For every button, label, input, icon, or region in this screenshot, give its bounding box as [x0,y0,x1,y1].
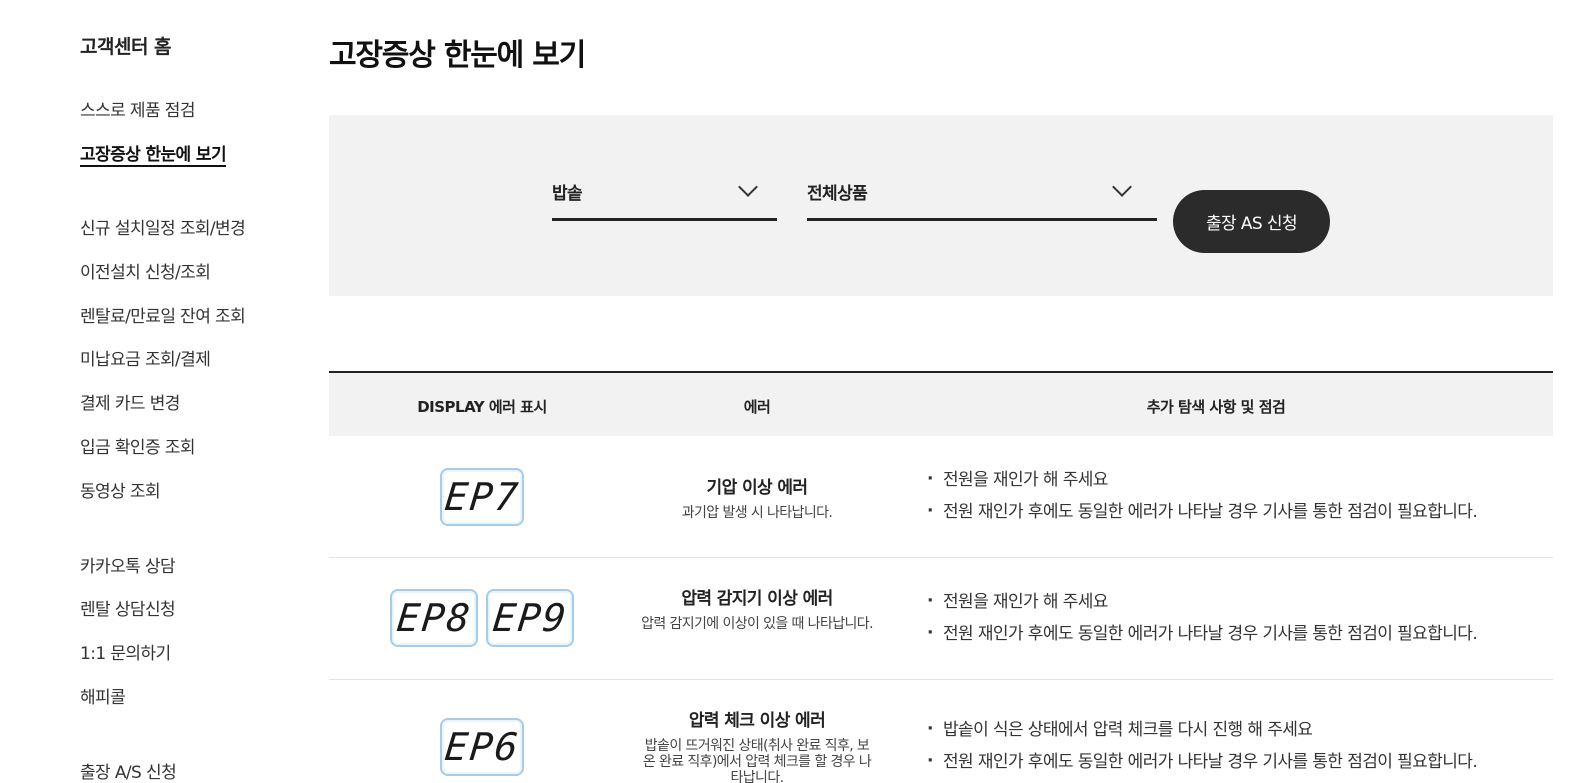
error-cell: 압력 감지기 이상 에러 압력 감지기에 이상이 있을 때 나타납니다. [635,584,879,632]
chevron-down-icon [738,177,758,197]
table-header: DISPLAY 에러 표시 에러 추가 탐색 사항 및 점검 [329,373,1553,436]
check-item: 밥솥이 식은 상태에서 압력 체크를 다시 진행 해 주세요 [927,718,1547,751]
sidebar-item-video[interactable]: 동영상 조회 [80,477,161,502]
display-cell: EP7 [329,468,635,526]
sidebar-item-happycall[interactable]: 해피콜 [80,683,126,708]
as-request-button[interactable]: 출장 AS 신청 [1173,190,1330,253]
sidebar-item-install-schedule[interactable]: 신규 설치일정 조회/변경 [80,214,246,239]
header-error: 에러 [743,398,771,416]
lcd-display: EP9 [486,589,574,647]
sidebar-item-rental-fee[interactable]: 렌탈료/만료일 잔여 조회 [80,302,246,327]
check-list: 전원을 재인가 해 주세요 전원 재인가 후에도 동일한 에러가 나타날 경우 … [927,590,1547,655]
error-description: 압력 감지기에 이상이 있을 때 나타납니다. [641,616,873,632]
table-row: EP8 EP9 압력 감지기 이상 에러 압력 감지기에 이상이 있을 때 나타… [329,558,1553,680]
sidebar-item-as-request[interactable]: 출장 A/S 신청 [80,758,177,783]
lcd-display: EP6 [440,718,524,776]
check-list: 밥솥이 식은 상태에서 압력 체크를 다시 진행 해 주세요 전원 재인가 후에… [927,718,1547,783]
error-title: 압력 감지기 이상 에러 [681,589,833,609]
check-item: 전원을 재인가 해 주세요 [927,590,1547,623]
filter-panel: 밥솥 전체상품 출장 AS 신청 [329,115,1553,296]
sidebar: 고객센터 홈 스스로 제품 점검 고장증상 한눈에 보기 신규 설치일정 조회/… [80,0,300,783]
check-item: 전원 재인가 후에도 동일한 에러가 나타날 경우 기사를 통한 점검이 필요합… [927,750,1547,783]
check-list: 전원을 재인가 해 주세요 전원 재인가 후에도 동일한 에러가 나타날 경우 … [927,468,1547,533]
sidebar-item-self-check[interactable]: 스스로 제품 점검 [80,96,195,121]
table-row: EP6 압력 체크 이상 에러 밥솥이 뜨거워진 상태(취사 완료 직후, 보온… [329,680,1553,783]
product-select[interactable]: 전체상품 [807,175,1157,221]
sidebar-item-symptoms[interactable]: 고장증상 한눈에 보기 [80,140,227,165]
sidebar-item-kakaotalk[interactable]: 카카오톡 상담 [80,552,176,577]
error-description: 밥솥이 뜨거워진 상태(취사 완료 직후, 보온 완료 직후)에서 압력 체크를… [642,738,872,783]
chevron-down-icon [1112,177,1132,197]
table-row: EP7 기압 이상 에러 과기압 발생 시 나타납니다. 전원을 재인가 해 주… [329,436,1553,558]
error-code: EP8 [394,596,474,640]
sidebar-item-inquiry[interactable]: 1:1 문의하기 [80,639,171,664]
error-description: 과기압 발생 시 나타납니다. [681,505,833,521]
error-code: EP7 [442,475,522,519]
sidebar-home-link[interactable]: 고객센터 홈 [80,32,172,59]
sidebar-item-card-change[interactable]: 결제 카드 변경 [80,389,180,414]
page-title: 고장증상 한눈에 보기 [329,38,586,73]
display-cell: EP8 EP9 [329,589,635,647]
sidebar-item-unpaid[interactable]: 미납요금 조회/결제 [80,345,211,370]
header-checks: 추가 탐색 사항 및 점검 [1146,398,1286,416]
error-cell: 기압 이상 에러 과기압 발생 시 나타납니다. [635,473,879,521]
error-title: 압력 체크 이상 에러 [688,711,826,731]
error-cell: 압력 체크 이상 에러 밥솥이 뜨거워진 상태(취사 완료 직후, 보온 완료 … [635,706,879,783]
error-title: 기압 이상 에러 [706,478,808,498]
error-code: EP9 [490,596,570,640]
check-item: 전원 재인가 후에도 동일한 에러가 나타날 경우 기사를 통한 점검이 필요합… [927,500,1547,533]
sidebar-item-rental-consult[interactable]: 렌탈 상담신청 [80,595,176,620]
category-select-value: 밥솥 [552,184,583,204]
check-item: 전원을 재인가 해 주세요 [927,468,1547,501]
header-display: DISPLAY 에러 표시 [417,398,547,416]
sidebar-item-relocation[interactable]: 이전설치 신청/조회 [80,258,211,283]
error-table: DISPLAY 에러 표시 에러 추가 탐색 사항 및 점검 EP7 기압 이상… [329,371,1553,783]
product-select-value: 전체상품 [807,184,868,204]
sidebar-item-deposit-receipt[interactable]: 입금 확인증 조회 [80,433,195,458]
display-cell: EP6 [329,718,635,776]
error-code: EP6 [442,725,522,769]
lcd-display: EP7 [440,468,524,526]
check-item: 전원 재인가 후에도 동일한 에러가 나타날 경우 기사를 통한 점검이 필요합… [927,622,1547,655]
category-select[interactable]: 밥솥 [552,175,777,221]
lcd-display: EP8 [390,589,478,647]
